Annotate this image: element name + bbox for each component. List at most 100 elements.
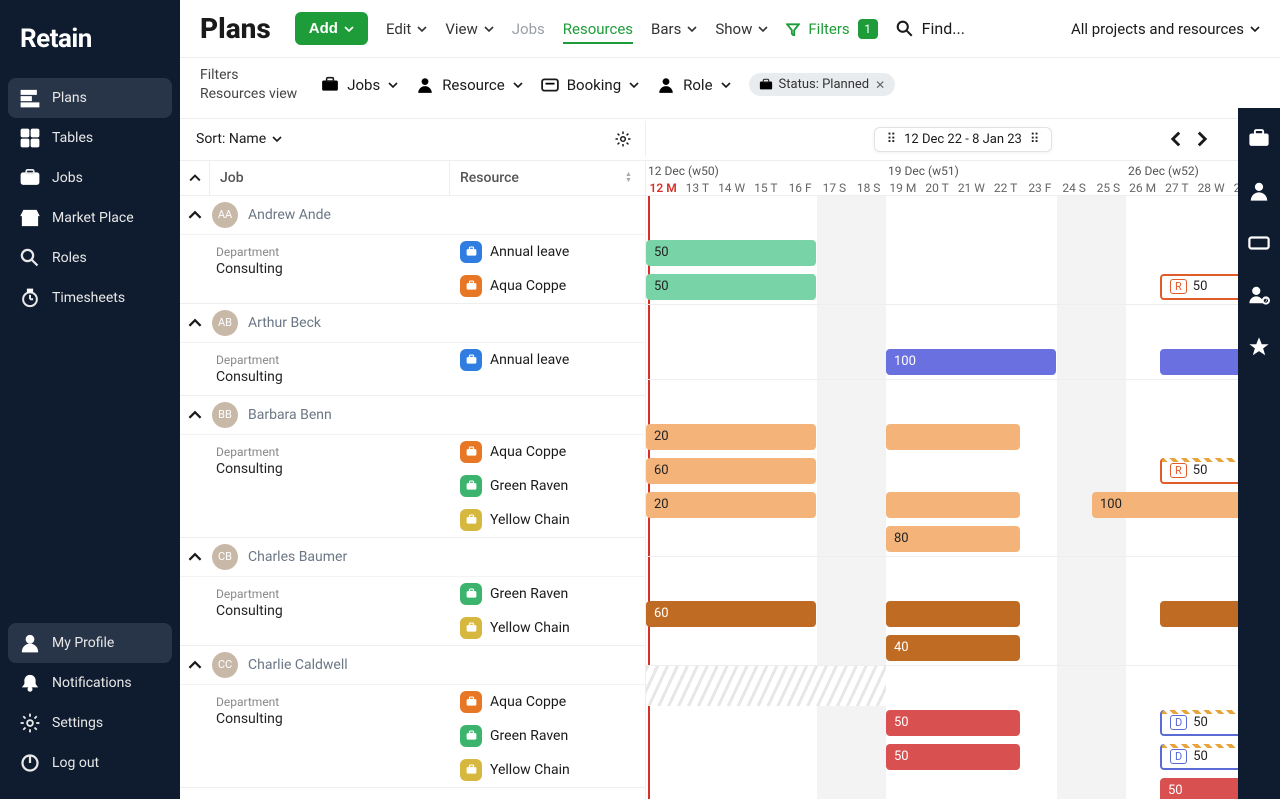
prev-range[interactable] [1168,131,1184,147]
col-header-job[interactable]: Job [210,161,450,195]
job-row[interactable]: Annual leave [450,343,645,377]
rail-briefcase-icon[interactable] [1248,128,1270,150]
booking-bar[interactable]: D50 [1160,710,1238,736]
resource-name[interactable]: Barbara Benn [248,407,332,423]
filters-button[interactable]: Filters 1 [786,19,877,39]
avatar: CB [212,544,238,570]
status-chip[interactable]: Status: Planned ✕ [749,73,896,96]
tab-jobs[interactable]: Jobs [512,20,545,38]
booking-bar[interactable] [1160,349,1238,375]
booking-bar[interactable] [886,601,1020,627]
booking-bar[interactable]: D50 [1160,744,1238,770]
next-range[interactable] [1194,131,1210,147]
booking-bar[interactable]: 20 [646,492,816,518]
menu-view[interactable]: View [445,20,493,38]
booking-bar[interactable] [1160,601,1238,627]
collapse-icon[interactable] [188,658,202,672]
menu-show[interactable]: Show [715,20,768,38]
booking-bar[interactable]: 50 [1160,778,1238,799]
booking-bar[interactable]: 20 [646,424,816,450]
resource-header[interactable]: CCCharlie Caldwell [180,646,645,685]
nav-log-out[interactable]: Log out [8,743,172,783]
collapse-icon[interactable] [188,408,202,422]
booking-bar[interactable]: 50 [646,274,816,300]
booking-bar[interactable]: 80 [886,526,1020,552]
job-row[interactable]: Green Raven [450,469,645,503]
resource-header[interactable]: ABArthur Beck [180,304,645,343]
booking-bar[interactable]: 40 [886,635,1020,661]
date-range-pill[interactable]: ⠿ 12 Dec 22 - 8 Jan 23 ⠿ [874,127,1053,152]
job-row[interactable]: Green Raven [450,719,645,753]
rail-star-icon[interactable] [1248,336,1270,358]
day-label: 13 T [680,181,714,195]
nav-timesheets[interactable]: Timesheets [8,278,172,318]
rail-ticket-icon[interactable] [1248,232,1270,254]
col-header-resource[interactable]: Resource▲▼ [450,161,645,195]
job-row[interactable]: Aqua Coppe [450,435,645,469]
filter-resource[interactable]: Resource [416,76,523,94]
job-row[interactable]: Yellow Chain [450,503,645,537]
resource-name[interactable]: Charles Baumer [248,549,347,565]
menu-edit[interactable]: Edit [386,20,427,38]
briefcase-icon [759,78,773,92]
tab-resources[interactable]: Resources [563,20,633,44]
booking-bar[interactable]: 100 [1092,492,1238,518]
booking-bar[interactable] [886,424,1020,450]
resource-header[interactable]: BB Barbara Benn [180,396,645,435]
job-row[interactable]: Annual leave [450,235,645,269]
filter-role[interactable]: Role [657,76,730,94]
job-row[interactable]: Aqua Coppe [450,269,645,303]
nav-market-place[interactable]: Market Place [8,198,172,238]
collapse-icon[interactable] [188,316,202,330]
timeline-header: Sort: Name ⠿ 12 Dec 22 - 8 Jan 23 ⠿ Job … [180,119,1280,196]
nav-jobs[interactable]: Jobs [8,158,172,198]
collapse-all-icon[interactable] [189,174,201,182]
booking-bar[interactable] [886,492,1020,518]
booking-bar[interactable]: 50 [886,710,1020,736]
booking-bar[interactable]: R50 [1160,274,1238,300]
logo: Retain [8,16,172,78]
settings-icon[interactable] [615,131,631,147]
job-row[interactable]: Aqua Coppe [450,685,645,719]
rail-person-help-icon[interactable] [1248,284,1270,306]
filter-jobs[interactable]: Jobs [321,76,398,94]
job-row[interactable]: Yellow Chain [450,611,645,645]
menu-bars[interactable]: Bars [651,20,697,38]
booking-bar[interactable]: 50 [646,240,816,266]
collapse-icon[interactable] [188,550,202,564]
add-button[interactable]: Add [295,12,368,45]
sort-selector[interactable]: Sort: Name [196,131,282,147]
tables-icon [20,128,40,148]
resource-name[interactable]: Charlie Caldwell [248,657,348,673]
jobs-icon [20,168,40,188]
day-label: 18 S [852,181,886,195]
nav-settings[interactable]: Settings [8,703,172,743]
nav-notifications[interactable]: Notifications [8,663,172,703]
resource-name[interactable]: Andrew Ande [248,207,331,223]
nav-plans[interactable]: Plans [8,78,172,118]
booking-bar[interactable]: 60 [646,458,816,484]
nav-roles[interactable]: Roles [8,238,172,278]
booking-bar[interactable]: 60 [646,601,816,627]
job-row[interactable]: Green Raven [450,577,645,611]
scope-selector[interactable]: All projects and resources [1071,20,1260,38]
filter-booking[interactable]: Booking [541,76,639,94]
find-button[interactable]: Find... [896,19,965,38]
notifications-icon [20,673,40,693]
booking-bar[interactable]: R50 [1160,458,1238,484]
resource-meta: DepartmentConsulting [180,577,450,645]
rail-person-icon[interactable] [1248,180,1270,202]
resource-header[interactable]: CB Charles Baumer [180,538,645,577]
collapse-icon[interactable] [188,208,202,222]
nav-tables[interactable]: Tables [8,118,172,158]
filter-bar: Filters Resources view Jobs Resource Boo… [180,58,1280,119]
booking-bar[interactable]: 50 [886,744,1020,770]
job-row[interactable]: Yellow Chain [450,753,645,787]
resource-header[interactable]: AAAndrew Ande [180,196,645,235]
bar-flag: R [1170,279,1187,294]
resource-name[interactable]: Arthur Beck [248,315,321,331]
nav-my-profile[interactable]: My Profile [8,623,172,663]
chip-remove[interactable]: ✕ [875,78,885,92]
booking-bar[interactable]: 100 [886,349,1056,375]
avatar: BB [212,402,238,428]
